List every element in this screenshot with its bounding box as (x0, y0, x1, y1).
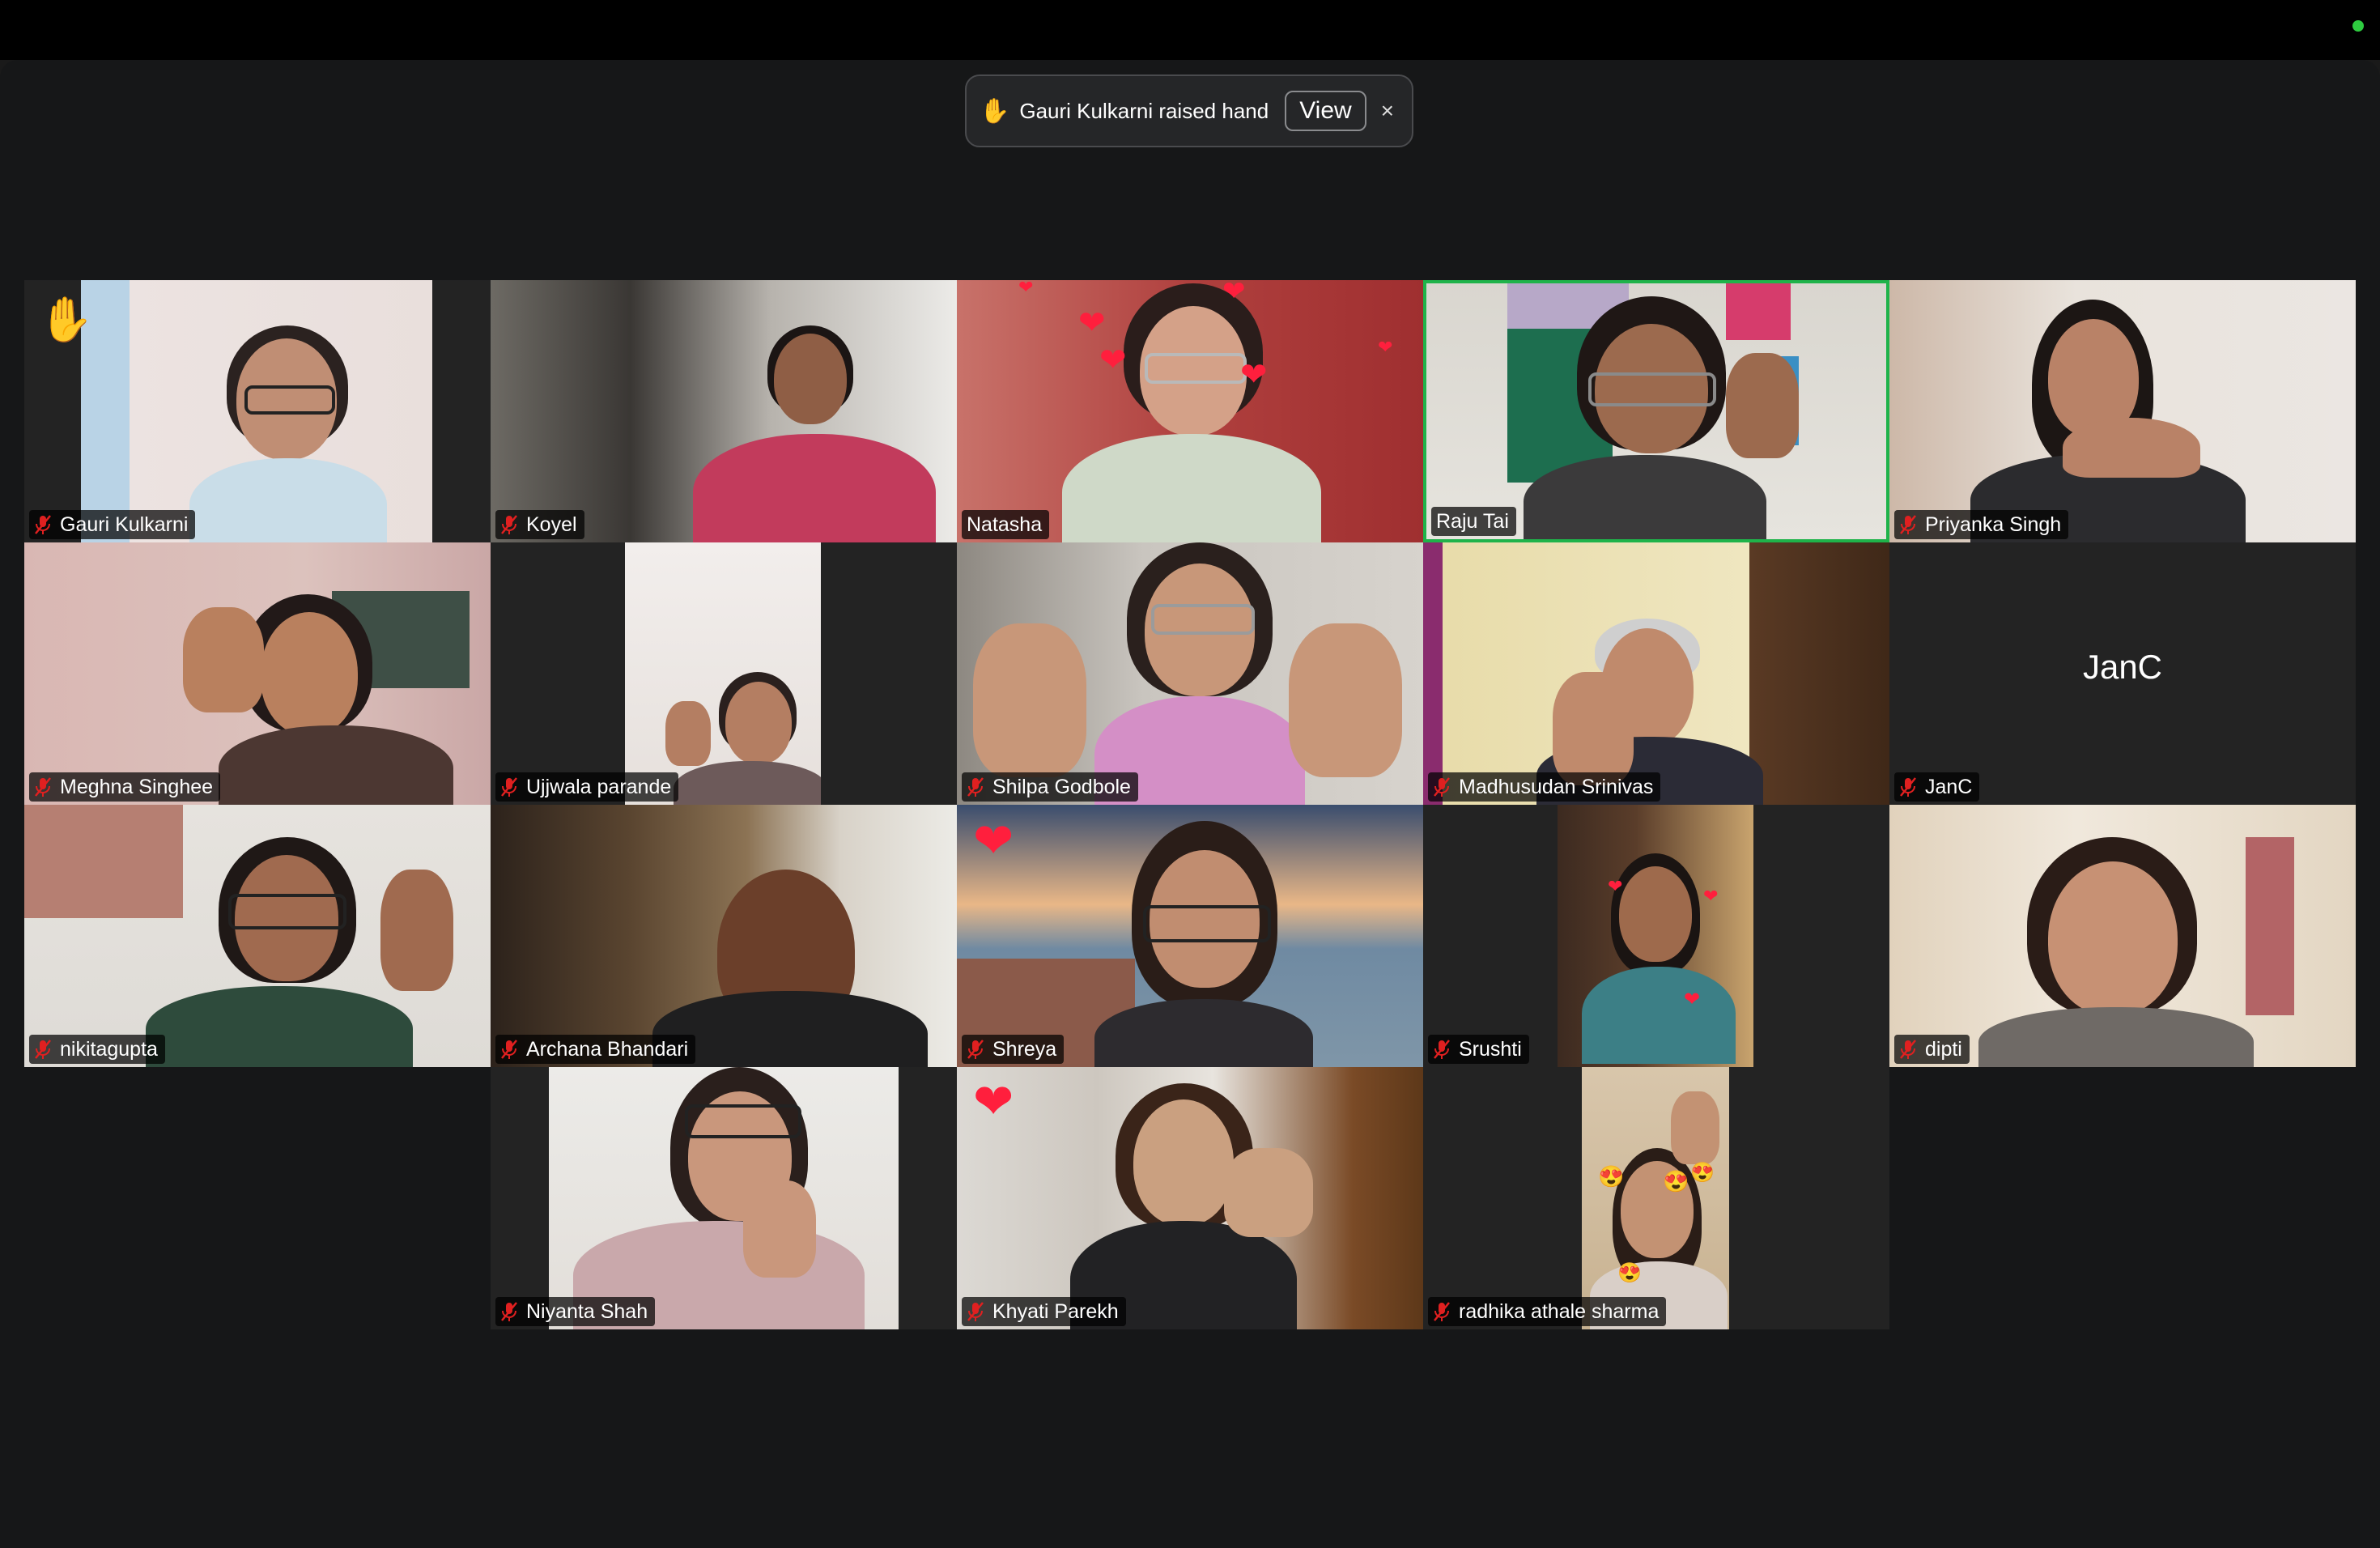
connection-status-dot (2352, 20, 2364, 32)
participant-tile-koyel[interactable]: Koyel (491, 280, 957, 542)
notification-message: Gauri Kulkarni raised hand (1019, 98, 1269, 123)
participant-name: Raju Tai (1436, 509, 1509, 533)
participant-name-tag: Raju Tai (1431, 507, 1516, 536)
participant-tile-ujjwala-parande[interactable]: Ujjwala parande (491, 542, 957, 805)
video-feed (957, 542, 1423, 805)
participant-name: Koyel (526, 512, 577, 536)
muted-mic-icon (967, 1040, 984, 1059)
muted-mic-icon (501, 1302, 517, 1321)
raised-hand-notification: ✋ Gauri Kulkarni raised hand View × (965, 74, 1413, 147)
participant-name-tag: Srushti (1428, 1035, 1529, 1064)
participant-tile-priyanka-singh[interactable]: Priyanka Singh (1889, 280, 2356, 542)
participant-name: Srushti (1459, 1037, 1522, 1061)
muted-mic-icon (501, 1040, 517, 1059)
video-feed (1889, 805, 2356, 1067)
participant-tile-shilpa-godbole[interactable]: Shilpa Godbole (957, 542, 1423, 805)
muted-mic-icon (35, 1040, 51, 1059)
video-feed (491, 280, 957, 542)
participant-name-tag: Gauri Kulkarni (29, 510, 196, 539)
participant-name-tag: Shreya (962, 1035, 1065, 1064)
participant-initials: JanC (2082, 648, 2163, 686)
participant-name: Archana Bhandari (526, 1037, 689, 1061)
participant-tile-gauri-kulkarni[interactable]: ✋ Gauri Kulkarni (24, 280, 491, 542)
muted-mic-icon (967, 777, 984, 797)
participant-name-tag: Khyati Parekh (962, 1297, 1126, 1326)
participant-name: Niyanta Shah (526, 1299, 648, 1323)
participant-tile-nikitagupta[interactable]: nikitagupta (24, 805, 491, 1067)
video-feed: ❤ (957, 805, 1423, 1067)
participant-name: Priyanka Singh (1925, 512, 2062, 536)
participant-name: Gauri Kulkarni (60, 512, 189, 536)
close-icon[interactable]: × (1381, 98, 1394, 124)
muted-mic-icon (501, 777, 517, 797)
participant-tile-raju-tai[interactable]: Raju Tai (1423, 280, 1889, 542)
video-feed: ❤ ❤ ❤ ❤ ❤ ❤ (957, 280, 1423, 542)
participant-name-tag: Meghna Singhee (29, 772, 221, 802)
muted-mic-icon (1434, 1040, 1450, 1059)
participant-name-tag: Natasha (962, 510, 1050, 539)
participant-name-tag: Archana Bhandari (495, 1035, 696, 1064)
raised-hand-icon: ✋ (39, 296, 94, 344)
video-feed (24, 542, 491, 805)
participant-name: radhika athale sharma (1459, 1299, 1660, 1323)
muted-mic-icon (1900, 777, 1916, 797)
video-feed: ❤ (957, 1067, 1423, 1329)
participant-name: Shilpa Godbole (992, 775, 1131, 798)
raised-hand-icon: ✋ (980, 97, 1010, 125)
participant-name-tag: Niyanta Shah (495, 1297, 656, 1326)
participant-name: Meghna Singhee (60, 775, 214, 798)
heart-reaction-icon: ❤ (973, 814, 1014, 868)
participant-name: Shreya (992, 1037, 1057, 1061)
video-feed (625, 542, 821, 805)
participant-tile-madhusudan-srinivas[interactable]: Madhusudan Srinivas (1423, 542, 1889, 805)
participant-tile-archana-bhandari[interactable]: Archana Bhandari (491, 805, 957, 1067)
view-button[interactable]: View (1285, 91, 1366, 131)
participant-name: Madhusudan Srinivas (1459, 775, 1654, 798)
participant-name: dipti (1925, 1037, 1962, 1061)
muted-mic-icon (1900, 515, 1916, 534)
participant-name: JanC (1925, 775, 1973, 798)
participant-name-tag: Ujjwala parande (495, 772, 679, 802)
video-feed: 😍 😍 😍 😍 (1582, 1067, 1729, 1329)
title-bar (0, 0, 2380, 60)
participant-name: Natasha (967, 512, 1043, 536)
participant-name-tag: Shilpa Godbole (962, 772, 1138, 802)
participant-tile-niyanta-shah[interactable]: Niyanta Shah (491, 1067, 957, 1329)
muted-mic-icon (35, 515, 51, 534)
participant-name-tag: JanC (1894, 772, 1980, 802)
participant-tile-meghna-singhee[interactable]: Meghna Singhee (24, 542, 491, 805)
participant-name: nikitagupta (60, 1037, 158, 1061)
video-feed (81, 280, 432, 542)
muted-mic-icon (35, 777, 51, 797)
muted-mic-icon (501, 515, 517, 534)
video-feed (549, 1067, 899, 1329)
participant-tile-khyati-parekh[interactable]: ❤ Khyati Parekh (957, 1067, 1423, 1329)
participant-name: Khyati Parekh (992, 1299, 1119, 1323)
participant-name-tag: Priyanka Singh (1894, 510, 2069, 539)
participant-name-tag: dipti (1894, 1035, 1970, 1064)
participant-tile-shreya[interactable]: ❤ Shreya (957, 805, 1423, 1067)
video-feed (491, 805, 957, 1067)
video-feed (1426, 283, 1886, 539)
participant-name-tag: Madhusudan Srinivas (1428, 772, 1661, 802)
participant-name-tag: nikitagupta (29, 1035, 165, 1064)
muted-mic-icon (1900, 1040, 1916, 1059)
participant-name: Ujjwala parande (526, 775, 672, 798)
video-feed (1889, 280, 2356, 542)
participant-tile-janc[interactable]: JanC JanC (1889, 542, 2356, 805)
muted-mic-icon (967, 1302, 984, 1321)
participant-tile-natasha[interactable]: ❤ ❤ ❤ ❤ ❤ ❤ Natasha (957, 280, 1423, 542)
video-feed (1423, 542, 1889, 805)
participant-name-tag: radhika athale sharma (1428, 1297, 1667, 1326)
participant-tile-dipti[interactable]: dipti (1889, 805, 2356, 1067)
heart-reaction-icon: ❤ (973, 1074, 1014, 1129)
participant-tile-srushti[interactable]: ❤ ❤ ❤ Srushti (1423, 805, 1889, 1067)
muted-mic-icon (1434, 777, 1450, 797)
participant-name-tag: Koyel (495, 510, 584, 539)
video-feed (24, 805, 491, 1067)
video-feed: ❤ ❤ ❤ (1558, 805, 1753, 1067)
muted-mic-icon (1434, 1302, 1450, 1321)
participant-tile-radhika-athale-sharma[interactable]: 😍 😍 😍 😍 radhika athale sharma (1423, 1067, 1889, 1329)
